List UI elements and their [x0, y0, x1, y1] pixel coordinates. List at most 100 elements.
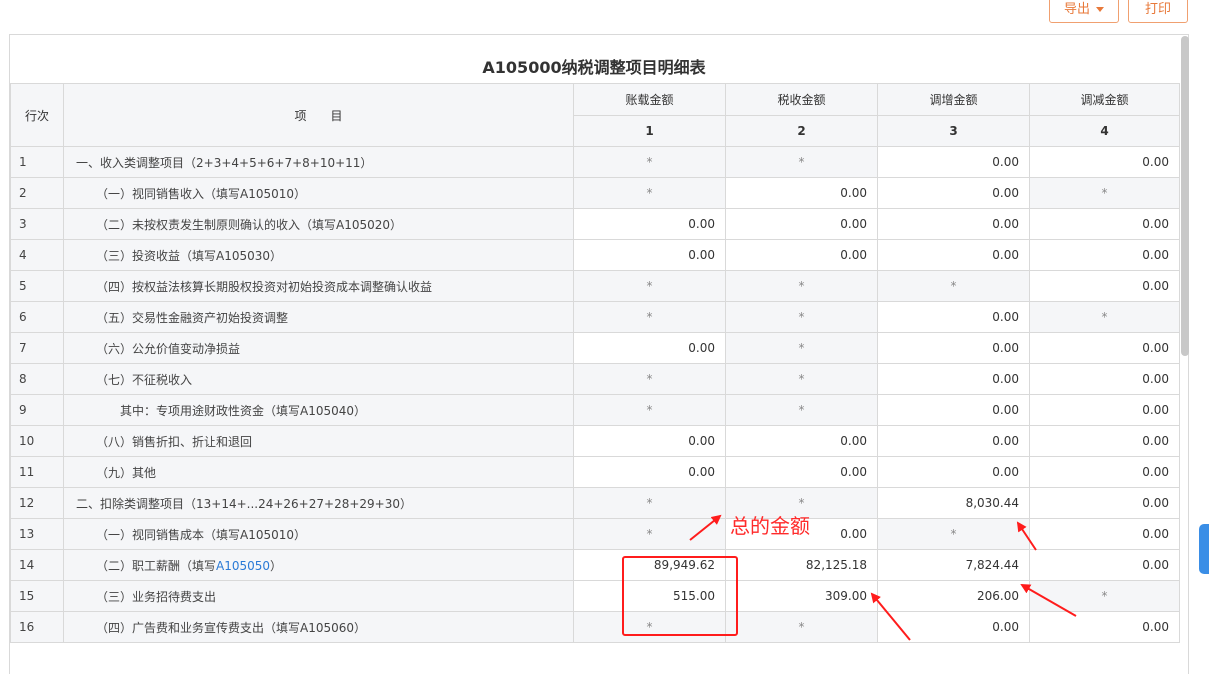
cell-col4[interactable]: 0.00 [1029, 425, 1180, 457]
header-num-2: 2 [725, 115, 878, 147]
cell-col4: * [1029, 177, 1180, 209]
header-num-4: 4 [1029, 115, 1180, 147]
print-button[interactable]: 打印 [1128, 0, 1188, 23]
cell-col3[interactable]: 206.00 [877, 580, 1030, 612]
cell-col2[interactable]: 0.00 [725, 239, 878, 271]
table-row: 3 （二）未按权责发生制原则确认的收入（填写A105020） 0.00 0.00 0.0… [10, 208, 1180, 240]
cell-col1[interactable]: 0.00 [573, 425, 726, 457]
cell-col4: * [1029, 580, 1180, 612]
cell-col1[interactable]: 0.00 [573, 208, 726, 240]
cell-col3: * [877, 270, 1030, 302]
cell-col4[interactable]: 0.00 [1029, 270, 1180, 302]
cell-col1[interactable]: 0.00 [573, 332, 726, 364]
cell-col4[interactable]: 0.00 [1029, 549, 1180, 581]
header-col4: 调减金额 [1029, 83, 1180, 116]
cell-col3[interactable]: 0.00 [877, 146, 1030, 178]
cell-col2[interactable]: 309.00 [725, 580, 878, 612]
row-number: 12 [10, 487, 64, 519]
table-row: 12 二、扣除类调整项目（13+14+...24+26+27+28+29+30） *… [10, 487, 1180, 519]
row-number: 9 [10, 394, 64, 426]
form-link[interactable]: A105050 [216, 559, 270, 573]
item-label-suffix: ） [270, 558, 283, 573]
cell-col3[interactable]: 0.00 [877, 394, 1030, 426]
row-item-label: 其中：专项用途财政性资金（填写A105040） [63, 394, 574, 426]
cell-col1: * [573, 518, 726, 550]
side-panel-handle[interactable] [1199, 524, 1209, 574]
table-row: 14 （二）职工薪酬（填写A105050） 89,949.62 82,125.18 7,… [10, 549, 1180, 581]
cell-col4[interactable]: 0.00 [1029, 363, 1180, 395]
row-number: 11 [10, 456, 64, 488]
cell-col1: * [573, 146, 726, 178]
table-row: 6 （五）交易性金融资产初始投资调整 * * 0.00 * [10, 301, 1180, 333]
cell-col4[interactable]: 0.00 [1029, 146, 1180, 178]
cell-col2: * [725, 270, 878, 302]
cell-col4[interactable]: 0.00 [1029, 208, 1180, 240]
adjustment-table: 行次 项 目 账载金额 税收金额 调增金额 调减金额 1 2 3 4 1 一、收入… [10, 83, 1180, 643]
row-item-label: （二）职工薪酬（填写A105050） [63, 549, 574, 581]
row-item-label: （四）按权益法核算长期股权投资对初始投资成本调整确认收益 [63, 270, 574, 302]
row-number: 14 [10, 549, 64, 581]
cell-col4[interactable]: 0.00 [1029, 394, 1180, 426]
table-row: 1 一、收入类调整项目（2+3+4+5+6+7+8+10+11） * * 0.00 0.0… [10, 146, 1180, 178]
cell-col3[interactable]: 0.00 [877, 363, 1030, 395]
cell-col4[interactable]: 0.00 [1029, 518, 1180, 550]
cell-col3[interactable]: 0.00 [877, 456, 1030, 488]
cell-col1: * [573, 394, 726, 426]
item-label-prefix: （二）职工薪酬（填写 [96, 558, 217, 573]
top-toolbar: 导出 打印 [0, 0, 1209, 30]
cell-col3[interactable]: 0.00 [877, 332, 1030, 364]
cell-col3[interactable]: 7,824.44 [877, 549, 1030, 581]
table-row: 9 其中：专项用途财政性资金（填写A105040） * * 0.00 0.00 [10, 394, 1180, 426]
cell-col3[interactable]: 0.00 [877, 425, 1030, 457]
export-label: 导出 [1063, 2, 1090, 17]
header-col2: 税收金额 [725, 83, 878, 116]
cell-col3[interactable]: 0.00 [877, 208, 1030, 240]
row-item-label: （六）公允价值变动净损益 [63, 332, 574, 364]
table-title: A105000纳税调整项目明细表 [482, 58, 706, 77]
row-number: 4 [10, 239, 64, 271]
row-number: 13 [10, 518, 64, 550]
header-num-3: 3 [877, 115, 1030, 147]
export-button[interactable]: 导出 [1049, 0, 1119, 23]
annotation-text: 总的金额 [730, 514, 810, 538]
cell-col4[interactable]: 0.00 [1029, 332, 1180, 364]
cell-col3[interactable]: 0.00 [877, 239, 1030, 271]
cell-col1: * [573, 270, 726, 302]
cell-col2[interactable]: 0.00 [725, 208, 878, 240]
cell-col1: * [573, 487, 726, 519]
cell-col2[interactable]: 0.00 [725, 177, 878, 209]
print-label: 打印 [1144, 2, 1171, 17]
cell-col1[interactable]: 0.00 [573, 239, 726, 271]
cell-col2[interactable]: 0.00 [725, 456, 878, 488]
table-row: 8 （七）不征税收入 * * 0.00 0.00 [10, 363, 1180, 395]
cell-col3: * [877, 518, 1030, 550]
vertical-scrollbar[interactable] [1181, 36, 1189, 356]
cell-col4[interactable]: 0.00 [1029, 487, 1180, 519]
row-item-label: 二、扣除类调整项目（13+14+...24+26+27+28+29+30） [63, 487, 574, 519]
row-number: 1 [10, 146, 64, 178]
row-item-label: （三）业务招待费支出 [63, 580, 574, 612]
row-number: 2 [10, 177, 64, 209]
cell-col1[interactable]: 0.00 [573, 456, 726, 488]
cell-col2: * [725, 146, 878, 178]
cell-col3[interactable]: 0.00 [877, 177, 1030, 209]
row-number: 10 [10, 425, 64, 457]
cell-col2[interactable]: 0.00 [725, 425, 878, 457]
cell-col3[interactable]: 8,030.44 [877, 487, 1030, 519]
cell-col2[interactable]: 82,125.18 [725, 549, 878, 581]
table-body: 1 一、收入类调整项目（2+3+4+5+6+7+8+10+11） * * 0.00 0.0… [10, 146, 1180, 643]
row-item-label: （七）不征税收入 [63, 363, 574, 395]
annotation-highlight-box [622, 556, 738, 636]
cell-col2: * [725, 611, 878, 643]
cell-col3[interactable]: 0.00 [877, 301, 1030, 333]
caret-down-icon [1096, 7, 1104, 12]
cell-col4[interactable]: 0.00 [1029, 611, 1180, 643]
cell-col3[interactable]: 0.00 [877, 611, 1030, 643]
cell-col2: * [725, 394, 878, 426]
header-num-1: 1 [573, 115, 726, 147]
row-number: 5 [10, 270, 64, 302]
header-col3: 调增金额 [877, 83, 1030, 116]
table-row: 5 （四）按权益法核算长期股权投资对初始投资成本调整确认收益 * * * 0.00 [10, 270, 1180, 302]
cell-col4[interactable]: 0.00 [1029, 456, 1180, 488]
cell-col4[interactable]: 0.00 [1029, 239, 1180, 271]
